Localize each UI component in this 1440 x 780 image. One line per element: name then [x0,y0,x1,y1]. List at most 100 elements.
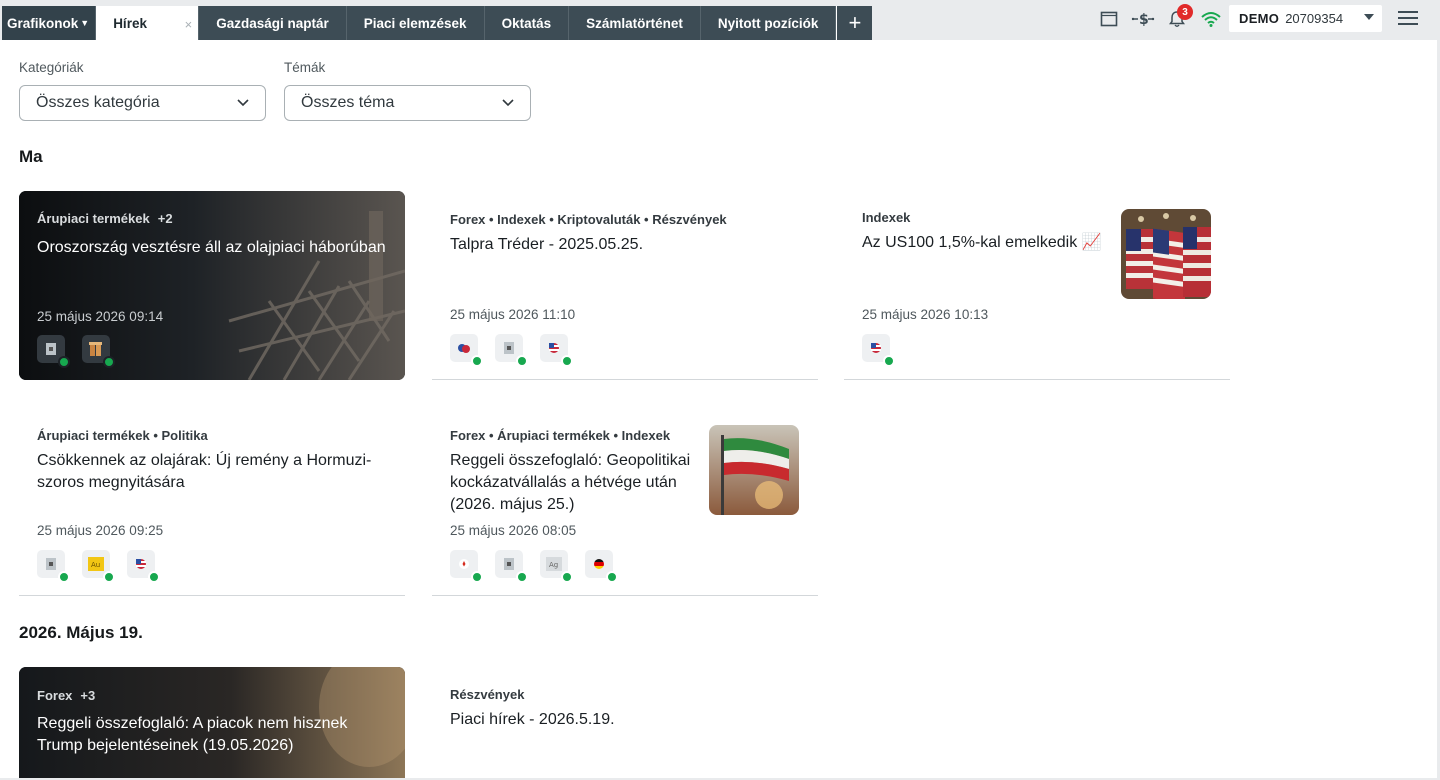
chevron-down-icon [502,99,514,107]
charts-menu-label: Grafikonok [7,15,79,31]
news-card[interactable]: Forex • Indexek • Kriptovaluták • Részvé… [432,191,818,380]
topic-select-value: Összes téma [301,94,395,111]
eu-us-flag-icon[interactable] [450,334,483,367]
account-selector[interactable]: DEMO 20709354 [1229,5,1382,32]
status-dot [883,355,895,367]
card-categories: Forex +3 [37,688,95,703]
chevron-down-icon [237,99,249,107]
chevron-down-icon [1364,14,1374,20]
card-headline: Reggeli összefoglaló: A piacok nem hiszn… [37,715,348,754]
tab-news-label: Hírek [113,15,147,31]
oil-icon[interactable] [495,550,528,583]
us-flag-icon[interactable] [540,334,573,367]
status-dot [516,355,528,367]
top-bar: Grafikonok ▼ Hírek × Gazdasági naptár Pi… [0,0,1440,40]
section-title: 2026. Május 19. [19,623,143,642]
wifi-icon [1194,4,1228,34]
tab-label: Oktatás [501,15,552,31]
us-flag-icon[interactable] [862,334,895,367]
oil-icon[interactable] [37,550,70,583]
iran-flag-image [709,425,799,515]
dollar-transfer-icon[interactable]: $ [1126,4,1160,34]
card-headline: Reggeli összefoglaló: Geopolitikai kocká… [450,452,691,513]
card-headline: Piaci hírek - 2026.5.19. [450,711,615,728]
topic-filter-label: Témák [284,60,326,75]
silver-icon[interactable]: Ag [540,550,573,583]
instrument-list: Ag [450,550,630,583]
tab-label: Piaci elemzések [363,15,467,31]
card-date: 25 május 2026 11:10 [450,307,576,322]
news-card[interactable]: Forex +3 Reggeli összefoglaló: A piacok n… [19,667,405,778]
oil-icon[interactable] [495,334,528,367]
instrument-list: Au [37,550,172,583]
add-tab-button[interactable]: + [836,6,873,40]
copper-icon[interactable] [82,335,115,368]
de-flag-icon[interactable] [585,550,618,583]
card-headline: Az US100 1,5%-kal emelkedik 📈 [862,234,1102,251]
category-select[interactable]: Összes kategória [19,85,266,121]
card-date: 25 május 2026 09:14 [37,309,164,324]
toolbar: $ 3 [1092,4,1228,34]
window-icon[interactable] [1092,4,1126,34]
card-categories: Árupiaci termékek • Politika [37,428,208,443]
account-mode: DEMO [1239,11,1280,26]
status-dot [103,571,115,583]
topic-select[interactable]: Összes téma [284,85,531,121]
gold-icon[interactable]: Au [82,550,115,583]
tab-label: Számlatörténet [586,15,683,31]
instrument-list [862,334,907,367]
card-categories: Részvények [450,687,525,702]
news-card[interactable]: Indexek Az US100 1,5%-kal emelkedik 📈 25… [844,191,1230,380]
tab-news[interactable]: Hírek × [96,6,200,40]
svg-text:$: $ [1139,12,1149,27]
close-icon[interactable]: × [185,17,193,32]
tab-label: Gazdasági naptár [216,15,329,31]
card-headline: Csökkennek az olajárak: Új remény a Horm… [37,452,372,491]
status-dot [148,571,160,583]
category-filter-label: Kategóriák [19,60,84,75]
card-categories-text: Árupiaci termékek [37,211,150,226]
status-dot [58,356,70,368]
card-categories: Árupiaci termékek +2 [37,211,173,226]
card-headline: Talpra Tréder - 2025.05.25. [450,236,644,253]
hamburger-menu-icon[interactable] [1398,11,1418,25]
tab-account-history[interactable]: Számlatörténet [569,6,701,40]
card-categories-text: Forex [37,688,73,703]
status-dot [561,355,573,367]
instrument-list [450,334,585,367]
ca-flag-icon[interactable] [450,550,483,583]
news-card[interactable]: Árupiaci termékek +2 Oroszország vesztésr… [19,191,405,380]
status-dot [561,571,573,583]
news-card[interactable]: Árupiaci termékek • Politika Csökkennek … [19,407,405,596]
card-date: 25 május 2026 09:25 [37,523,164,538]
status-dot [516,571,528,583]
tab-open-positions[interactable]: Nyitott pozíciók [700,6,837,40]
svg-text:Ag: Ag [549,561,558,569]
tab-market-analysis[interactable]: Piaci elemzések [346,6,485,40]
category-select-value: Összes kategória [36,94,160,111]
status-dot [606,571,618,583]
tab-education[interactable]: Oktatás [484,6,570,40]
card-headline: Oroszország vesztésre áll az olajpiaci h… [37,239,386,256]
us-flag-icon[interactable] [127,550,160,583]
bell-icon[interactable]: 3 [1160,4,1194,34]
chevron-down-icon: ▼ [80,18,90,28]
status-dot [58,571,70,583]
notification-badge: 3 [1177,4,1193,20]
card-more-count: +3 [80,688,96,703]
svg-text:Au: Au [91,561,100,569]
section-title: Ma [19,147,43,166]
news-card[interactable]: Részvények Piaci hírek - 2026.5.19. [432,667,818,778]
status-dot [471,355,483,367]
status-dot [103,356,115,368]
news-card[interactable]: Forex • Árupiaci termékek • Indexek Regg… [432,407,818,596]
tab-economic-calendar[interactable]: Gazdasági naptár [199,6,347,40]
oil-icon[interactable] [37,335,70,368]
account-number: 20709354 [1285,11,1344,26]
instrument-list [37,335,127,368]
charts-menu-tab[interactable]: Grafikonok ▼ [2,6,97,40]
card-categories: Forex • Árupiaci termékek • Indexek [450,428,671,443]
news-content: Kategóriák Összes kategória Témák Összes… [0,40,1437,778]
card-categories: Forex • Indexek • Kriptovaluták • Részvé… [450,212,727,227]
card-date: 25 május 2026 08:05 [450,523,577,538]
